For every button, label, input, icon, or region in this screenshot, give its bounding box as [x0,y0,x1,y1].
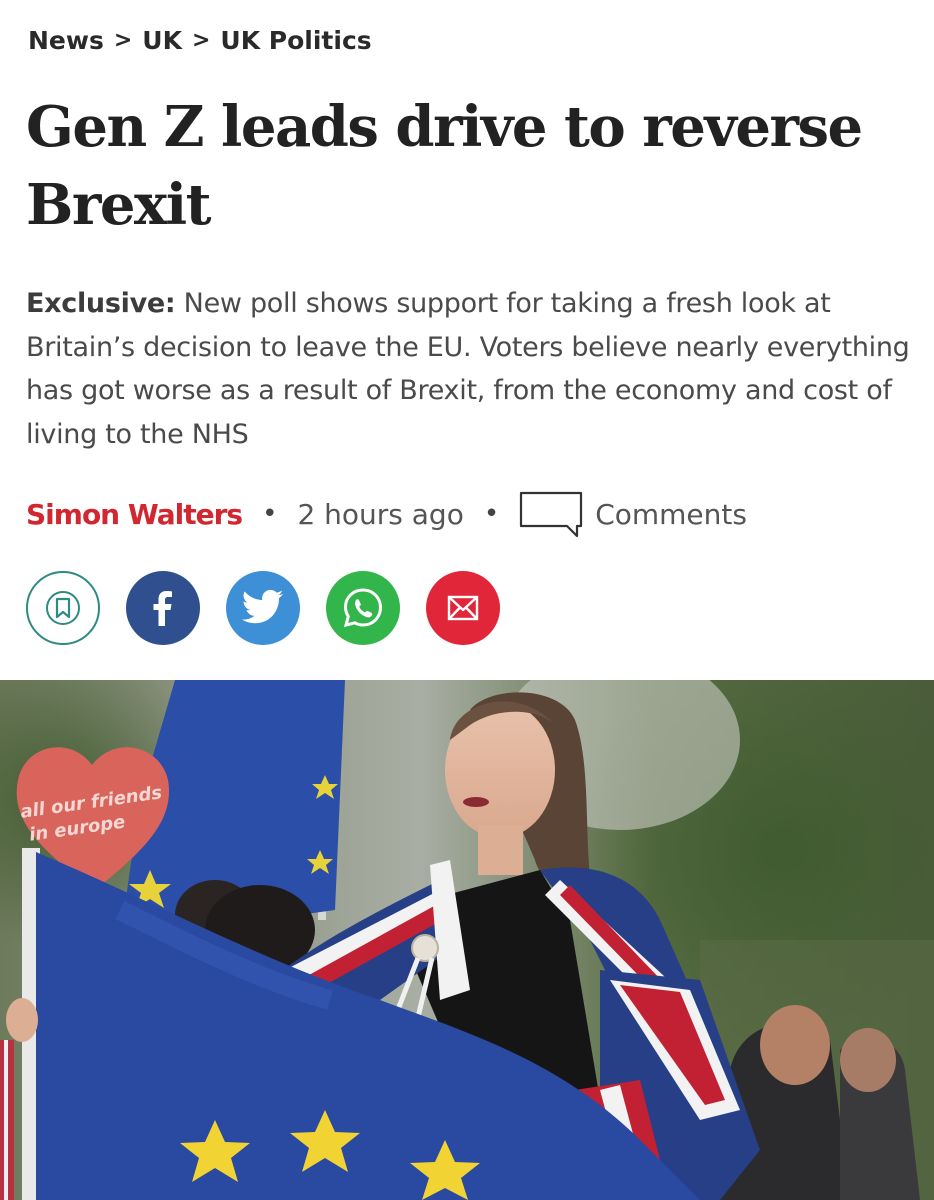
share-bar [26,571,500,645]
facebook-icon [153,591,172,626]
twitter-icon [241,589,284,624]
whatsapp-icon [343,588,383,628]
bookmark-button[interactable] [26,571,100,645]
email-share-button[interactable] [426,571,500,645]
facebook-share-button[interactable] [126,571,200,645]
breadcrumb-news[interactable]: News [28,26,104,55]
article-meta: Simon Walters • 2 hours ago • Comments [26,490,747,538]
author-link[interactable]: Simon Walters [26,498,243,531]
article-headline: Gen Z leads drive to reverse Brexit [26,94,863,238]
breadcrumb: News > UK > UK Politics [28,26,372,55]
timestamp: 2 hours ago [297,497,464,531]
comments-link[interactable]: Comments [595,498,747,531]
twitter-share-button[interactable] [226,571,300,645]
breadcrumb-uk[interactable]: UK [142,26,182,55]
whatsapp-share-button[interactable] [326,571,400,645]
breadcrumb-uk-politics[interactable]: UK Politics [220,26,371,55]
article-hero-photo: all our friends in europe [0,680,934,1200]
article-standfirst: Exclusive: New poll shows support for ta… [26,282,916,456]
breadcrumb-separator: > [113,28,133,53]
meta-separator: • [262,499,278,529]
breadcrumb-separator: > [191,28,211,53]
protest-photo: all our friends in europe [0,680,934,1200]
bookmark-icon [46,591,80,625]
email-icon [447,595,479,621]
standfirst-exclusive-label: Exclusive: [26,288,176,319]
meta-separator: • [483,499,500,529]
comment-icon[interactable] [519,490,585,538]
